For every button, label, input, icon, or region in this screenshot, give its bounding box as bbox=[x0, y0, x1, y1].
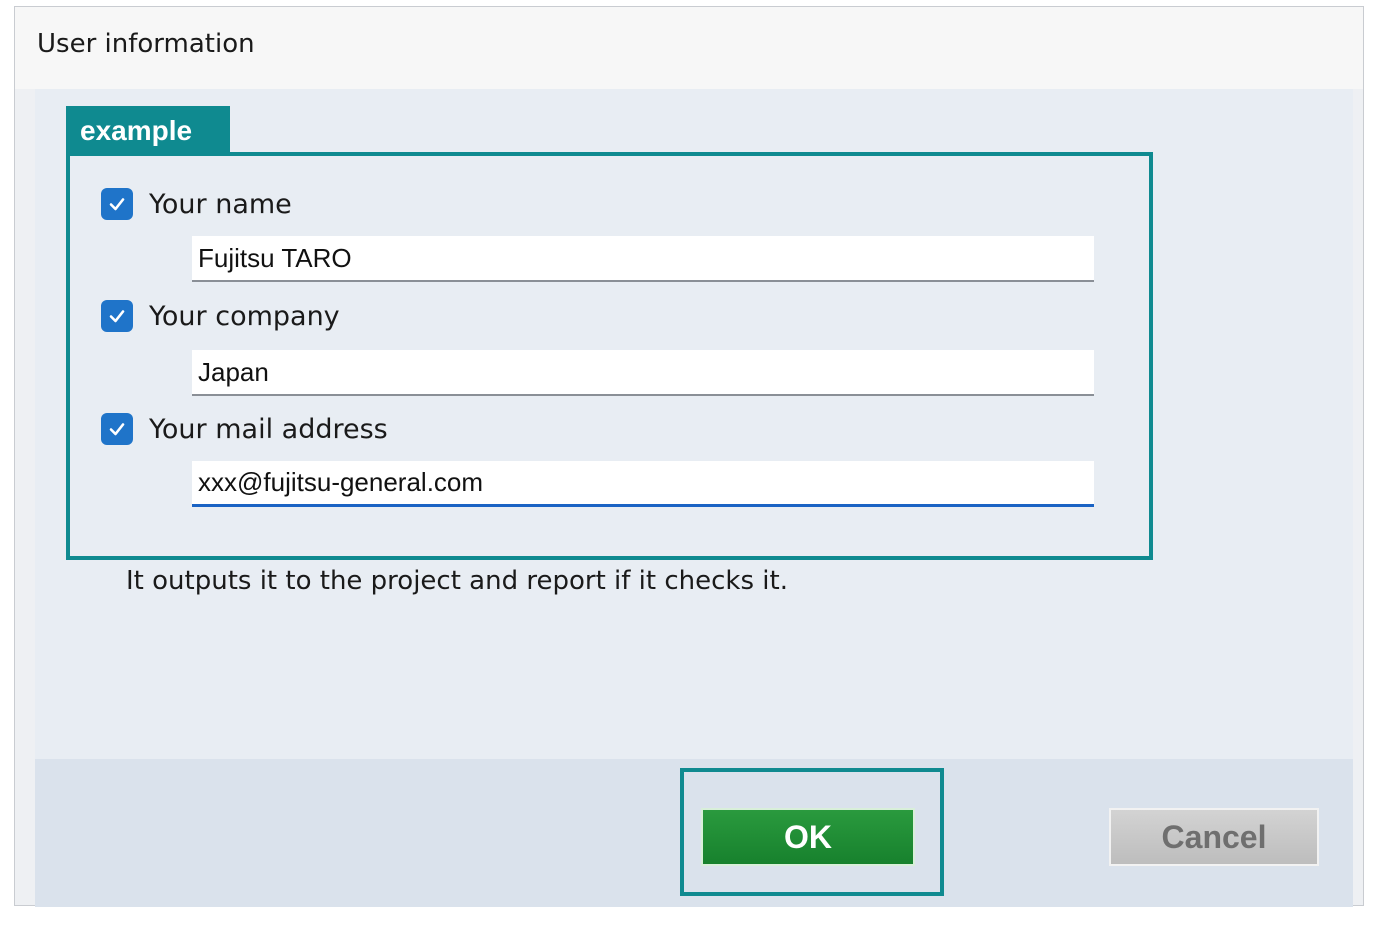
example-label: example bbox=[66, 106, 230, 154]
name-checkbox-label: Your name bbox=[149, 188, 292, 220]
dialog-title: User information bbox=[37, 29, 255, 59]
title-bar: User information bbox=[15, 7, 1363, 89]
cancel-button[interactable]: Cancel bbox=[1109, 808, 1319, 866]
mail-checkbox[interactable] bbox=[101, 413, 133, 445]
company-checkbox-label: Your company bbox=[149, 300, 340, 332]
company-input[interactable] bbox=[192, 350, 1094, 394]
ok-button[interactable]: OK bbox=[701, 808, 915, 866]
company-checkbox-row[interactable]: Your company bbox=[101, 299, 340, 333]
name-checkbox-row[interactable]: Your name bbox=[101, 187, 292, 221]
checkmark-icon bbox=[109, 198, 125, 211]
checkmark-icon bbox=[109, 423, 125, 436]
name-field[interactable] bbox=[192, 236, 1094, 282]
mail-checkbox-row[interactable]: Your mail address bbox=[101, 412, 388, 446]
hint-text: It outputs it to the project and report … bbox=[126, 566, 788, 596]
name-input[interactable] bbox=[192, 236, 1094, 280]
company-checkbox[interactable] bbox=[101, 300, 133, 332]
name-checkbox[interactable] bbox=[101, 188, 133, 220]
checkmark-icon bbox=[109, 310, 125, 323]
mail-checkbox-label: Your mail address bbox=[149, 413, 388, 445]
mail-field[interactable] bbox=[192, 461, 1094, 507]
company-field[interactable] bbox=[192, 350, 1094, 396]
mail-input[interactable] bbox=[192, 461, 1094, 504]
